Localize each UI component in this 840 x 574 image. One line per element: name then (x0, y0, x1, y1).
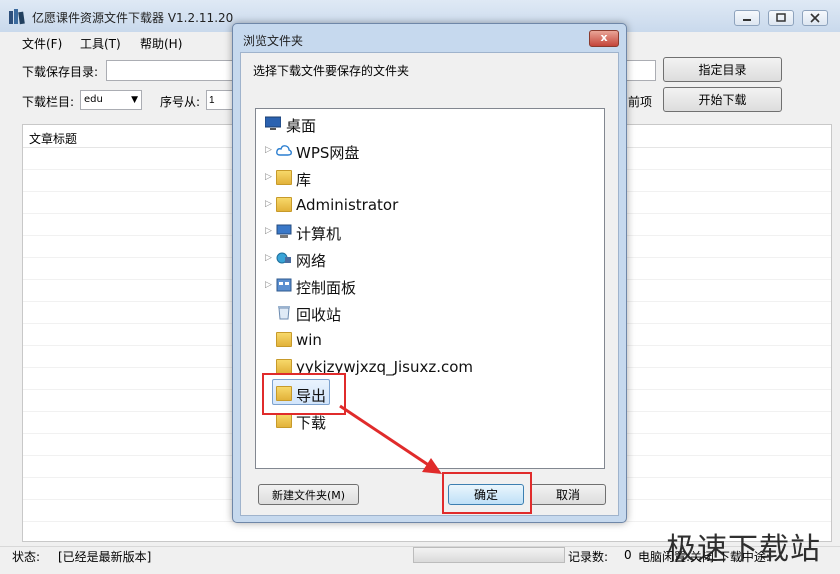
desktop-icon (264, 116, 282, 131)
chevron-down-icon: ▼ (131, 95, 138, 105)
folder-icon (276, 413, 292, 428)
chevron-right-icon[interactable]: ▷ (265, 226, 273, 236)
tree-item-win[interactable]: win (256, 327, 604, 353)
close-icon: x (600, 31, 608, 44)
category-label: 下载栏目: (22, 95, 75, 109)
chevron-right-icon[interactable]: ▷ (265, 253, 273, 263)
tree-item-label: 下载 (296, 414, 327, 432)
network-icon (276, 251, 292, 266)
tree-item-label: 回收站 (296, 306, 342, 324)
dialog-description: 选择下载文件要保存的文件夹 (253, 64, 410, 78)
dialog-title: 浏览文件夹 (243, 34, 304, 48)
category-select-value: edu (84, 94, 103, 105)
status-value: [已经是最新版本] (58, 550, 152, 564)
records-value: 0 (624, 548, 632, 562)
prev-items-label: 前项 (628, 95, 653, 109)
dialog-close-button[interactable]: x (589, 30, 619, 47)
recycle-bin-icon (276, 305, 292, 320)
tree-item-label: Administrator (296, 196, 399, 214)
close-button[interactable] (802, 10, 828, 26)
folder-icon (276, 332, 292, 347)
chevron-right-icon[interactable]: ▷ (265, 280, 273, 290)
tree-item-label: win (296, 331, 322, 349)
status-label: 状态: (12, 550, 41, 564)
control-panel-icon (276, 278, 292, 293)
tree-item-label: 网络 (296, 252, 327, 270)
cloud-icon (276, 143, 292, 158)
category-select[interactable]: edu ▼ (80, 90, 142, 110)
download-progress-bar (413, 547, 565, 563)
tree-item-label: WPS网盘 (296, 144, 360, 162)
tree-item-computer[interactable]: ▷ 计算机 (256, 219, 604, 245)
tree-item-label: 桌面 (286, 117, 317, 135)
save-dir-label: 下载保存目录: (22, 65, 99, 79)
chevron-right-icon[interactable]: ▷ (265, 145, 273, 155)
tree-item-network[interactable]: ▷ 网络 (256, 246, 604, 272)
watermark-text: 极速下载站 (666, 532, 821, 567)
chevron-right-icon[interactable]: ▷ (265, 172, 273, 182)
seq-label: 序号从: (160, 95, 201, 109)
minimize-button[interactable] (734, 10, 760, 26)
start-download-button[interactable]: 开始下载 (663, 87, 782, 112)
app-books-icon (8, 8, 26, 26)
tree-item-label: 计算机 (296, 225, 342, 243)
tree-item-wps-cloud[interactable]: ▷ WPS网盘 (256, 138, 604, 164)
tree-item-administrator[interactable]: ▷ Administrator (256, 192, 604, 218)
chevron-right-icon[interactable]: ▷ (265, 199, 273, 209)
user-folder-icon (276, 197, 292, 212)
choose-dir-button[interactable]: 指定目录 (663, 57, 782, 82)
menu-file[interactable]: 文件(F) (22, 35, 62, 52)
tree-item-recycle-bin[interactable]: 回收站 (256, 300, 604, 326)
tree-item-desktop[interactable]: 桌面 (256, 111, 604, 137)
records-label: 记录数: (568, 550, 609, 564)
tree-item-library[interactable]: ▷ 库 (256, 165, 604, 191)
tree-item-label: 控制面板 (296, 279, 357, 297)
cancel-button[interactable]: 取消 (530, 484, 606, 505)
window-title: 亿愿课件资源文件下载器 V1.2.11.20 (32, 11, 234, 25)
menu-help[interactable]: 帮助(H) (140, 35, 182, 52)
tree-item-label: 库 (296, 171, 312, 189)
computer-icon (276, 224, 292, 239)
highlight-box-ok (442, 472, 532, 514)
tree-item-control-panel[interactable]: ▷ 控制面板 (256, 273, 604, 299)
menu-tools[interactable]: 工具(T) (80, 35, 121, 52)
library-icon (276, 170, 292, 185)
maximize-button[interactable] (768, 10, 794, 26)
folder-icon (276, 359, 292, 374)
column-article-title[interactable]: 文章标题 (29, 130, 77, 147)
new-folder-button[interactable]: 新建文件夹(M) (258, 484, 359, 505)
annotation-arrow (339, 404, 442, 474)
